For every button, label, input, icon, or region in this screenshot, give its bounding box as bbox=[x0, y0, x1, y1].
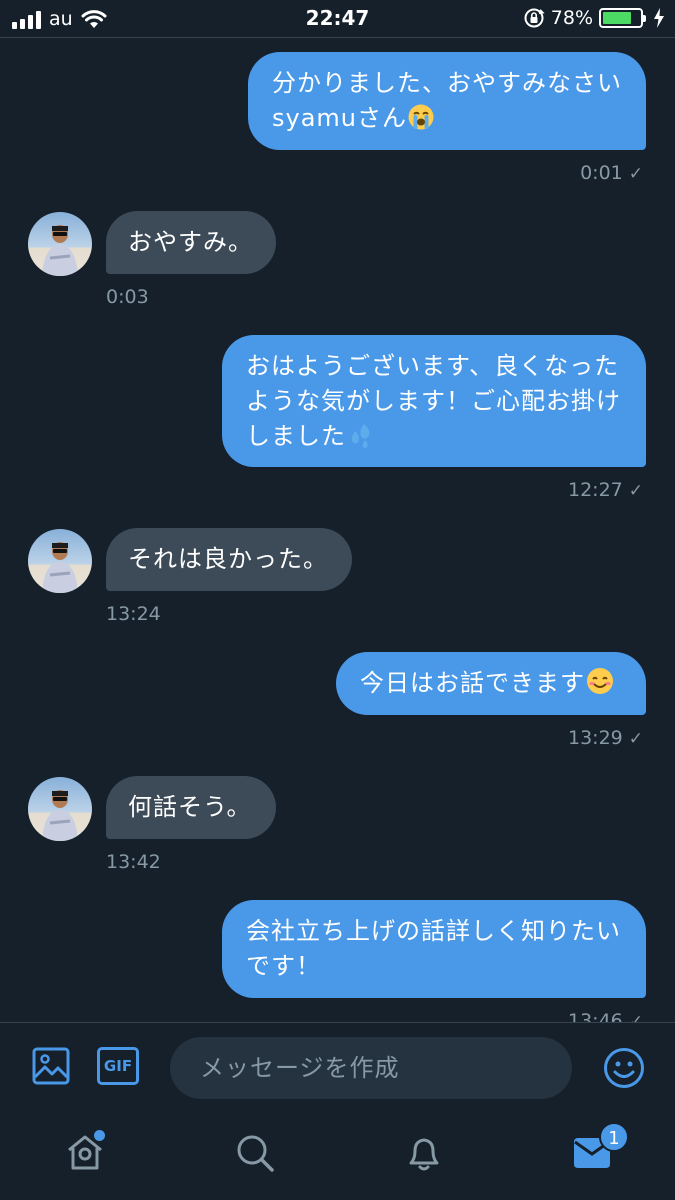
sent-check-icon: ✓ bbox=[628, 1012, 643, 1022]
charging-bolt-icon bbox=[654, 8, 664, 28]
message-text-line: 会社立ち上げの話詳しく知りたい bbox=[246, 917, 621, 945]
sweat-droplets-icon bbox=[346, 421, 374, 459]
emoji-icon[interactable] bbox=[603, 1047, 645, 1089]
message-text-line: おはようございます、良くなった bbox=[246, 352, 620, 380]
tab-bar bbox=[0, 1112, 675, 1200]
status-bar: au 22:47 78% bbox=[0, 0, 675, 38]
message-text-line: です！ bbox=[246, 952, 321, 980]
outgoing-message-bubble[interactable]: 会社立ち上げの話詳しく知りたい です！ bbox=[222, 900, 646, 998]
person-avatar-icon bbox=[42, 225, 78, 276]
avatar[interactable] bbox=[28, 777, 92, 841]
message-input[interactable]: メッセージを作成 bbox=[170, 1037, 572, 1099]
message-timestamp: 13:24 bbox=[106, 603, 161, 625]
message-text: しました bbox=[246, 422, 346, 450]
image-icon[interactable] bbox=[32, 1047, 70, 1085]
search-icon[interactable] bbox=[234, 1132, 276, 1174]
battery-percentage: 78% bbox=[550, 7, 593, 29]
avatar[interactable] bbox=[28, 212, 92, 276]
message-text-line: それは良かった。 bbox=[128, 545, 328, 573]
message-timestamp: 13:46 ✓ bbox=[568, 1010, 643, 1022]
orientation-lock-icon bbox=[524, 8, 545, 28]
message-text-line: 分かりました、おやすみなさい bbox=[272, 69, 622, 97]
battery-icon bbox=[599, 8, 646, 28]
notifications-bell-icon[interactable] bbox=[403, 1132, 445, 1174]
message-timestamp: 0:03 bbox=[106, 286, 149, 308]
home-unread-dot bbox=[94, 1130, 105, 1141]
gif-label: GIF bbox=[103, 1057, 133, 1075]
message-text-line: しました bbox=[246, 419, 646, 459]
status-bar-right: 78% bbox=[523, 7, 665, 29]
message-text: 今日はお話できます bbox=[360, 669, 585, 697]
outgoing-message-bubble[interactable]: 今日はお話できます bbox=[336, 652, 646, 715]
smiling-face-icon bbox=[585, 666, 615, 706]
loudly-crying-face-icon bbox=[407, 103, 435, 141]
avatar[interactable] bbox=[28, 529, 92, 593]
message-list[interactable]: 分かりました、おやすみなさい syamuさん 0:01 ✓ おやすみ。 0:03 … bbox=[0, 38, 675, 1022]
message-text-line: syamuさん bbox=[272, 101, 646, 141]
messages-badge: 1 bbox=[599, 1122, 629, 1152]
incoming-message-bubble[interactable]: それは良かった。 bbox=[106, 528, 352, 591]
sent-check-icon: ✓ bbox=[628, 164, 643, 184]
incoming-message-bubble[interactable]: おやすみ。 bbox=[106, 211, 276, 274]
message-timestamp: 13:42 bbox=[106, 851, 161, 873]
outgoing-message-bubble[interactable]: 分かりました、おやすみなさい syamuさん bbox=[248, 52, 646, 150]
incoming-message-bubble[interactable]: 何話そう。 bbox=[106, 776, 276, 839]
outgoing-message-bubble[interactable]: おはようございます、良くなった ような気がします！ご心配お掛け しました bbox=[222, 335, 646, 467]
sent-check-icon: ✓ bbox=[628, 481, 643, 501]
sent-check-icon: ✓ bbox=[628, 729, 643, 749]
message-timestamp: 12:27 ✓ bbox=[567, 479, 643, 501]
person-avatar-icon bbox=[42, 790, 78, 841]
message-text: syamuさん bbox=[272, 104, 408, 132]
message-text-line: ような気がします！ご心配お掛け bbox=[246, 387, 621, 415]
message-text-line: おやすみ。 bbox=[128, 228, 253, 256]
message-timestamp: 13:29 ✓ bbox=[567, 727, 643, 749]
message-timestamp: 0:01 ✓ bbox=[580, 162, 643, 184]
person-avatar-icon bbox=[42, 542, 78, 593]
message-text-line: 何話そう。 bbox=[128, 793, 252, 821]
message-composer: GIF メッセージを作成 bbox=[0, 1022, 675, 1112]
message-text-line: 今日はお話できます bbox=[360, 666, 646, 706]
gif-button[interactable]: GIF bbox=[97, 1047, 139, 1085]
